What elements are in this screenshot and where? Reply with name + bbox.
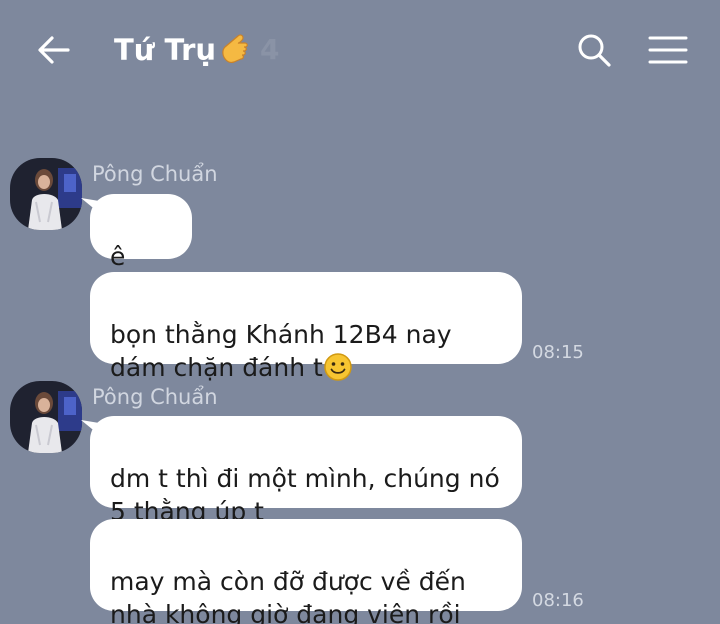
message-time: 08:15 (532, 342, 584, 363)
chat-header: Tứ Trụ 4 (0, 0, 720, 100)
user-avatar-image (10, 158, 82, 230)
back-button[interactable] (34, 30, 74, 70)
chat-screen: Tứ Trụ 4 Pông Chuẩn ê bọn thằng Khánh 12… (0, 0, 720, 624)
finger-point-emoji (218, 30, 252, 70)
menu-button[interactable] (646, 30, 690, 70)
message-bubble[interactable]: may mà còn đỡ được về đến nhà không giờ … (90, 519, 522, 624)
sender-name: Pông Chuẩn (92, 385, 218, 409)
message-time: 08:16 (532, 590, 584, 611)
message-bubble[interactable]: dm t thì đi một mình, chúng nó 5 thằng ú… (90, 416, 522, 526)
back-arrow-icon (38, 36, 70, 64)
search-button[interactable] (574, 30, 614, 70)
sender-name: Pông Chuẩn (92, 162, 218, 186)
chat-title-text: Tứ Trụ (114, 33, 217, 67)
member-count: 4 (260, 33, 280, 66)
smiley-emoji (323, 352, 353, 382)
user-avatar-image (10, 381, 82, 453)
search-icon (578, 34, 611, 67)
message-bubble[interactable]: ê dm (90, 194, 192, 304)
message-text: bọn thằng Khánh 12B4 nay dám chặn đánh t (110, 320, 452, 382)
chat-title[interactable]: Tứ Trụ (114, 30, 252, 70)
avatar[interactable] (10, 381, 82, 453)
message-bubble[interactable]: bọn thằng Khánh 12B4 nay dám chặn đánh t (90, 272, 522, 382)
message-text: may mà còn đỡ được về đến nhà không giờ … (110, 567, 466, 624)
message-text: dm t thì đi một mình, chúng nó 5 thằng ú… (110, 464, 500, 526)
avatar[interactable] (10, 158, 82, 230)
hamburger-menu-icon (648, 36, 688, 64)
